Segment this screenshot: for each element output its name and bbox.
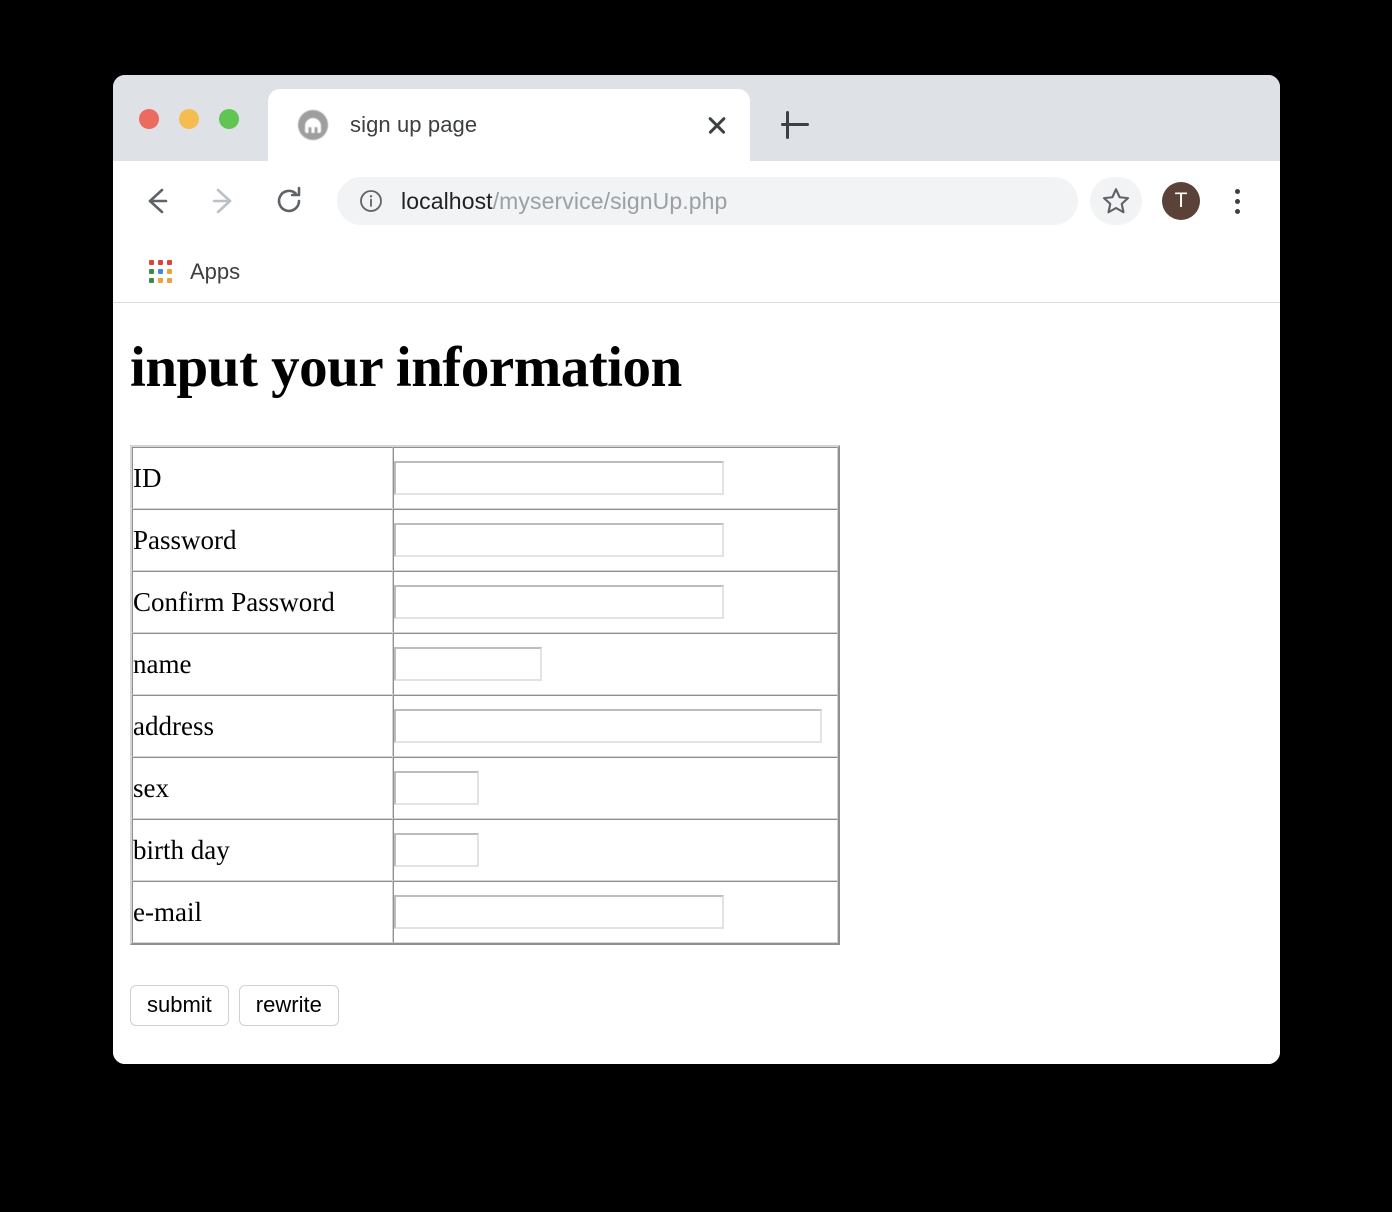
field-label: name bbox=[132, 633, 393, 695]
page-title: input your information bbox=[130, 336, 682, 399]
signup-form-table: ID Password Confirm Password name address sex… bbox=[130, 445, 840, 945]
input-birth-day[interactable] bbox=[394, 833, 479, 867]
page-content: input your information ID Password Confirm… bbox=[113, 303, 1280, 1064]
url-path: /myservice/signUp.php bbox=[492, 187, 728, 214]
back-icon[interactable] bbox=[135, 179, 179, 223]
kebab-menu-icon[interactable] bbox=[1214, 178, 1260, 224]
site-info-icon[interactable] bbox=[359, 189, 383, 213]
table-row: address bbox=[132, 695, 838, 757]
submit-button[interactable]: submit bbox=[130, 985, 229, 1027]
field-cell bbox=[393, 571, 838, 633]
field-label: birth day bbox=[132, 819, 393, 881]
address-bar[interactable]: localhost/myservice/signUp.php bbox=[337, 177, 1078, 225]
field-cell bbox=[393, 509, 838, 571]
input-sex[interactable] bbox=[394, 771, 479, 805]
field-cell bbox=[393, 447, 838, 509]
input-name[interactable] bbox=[394, 647, 542, 681]
browser-toolbar: localhost/myservice/signUp.php T bbox=[113, 161, 1280, 241]
field-label: e-mail bbox=[132, 881, 393, 943]
tab-title: sign up page bbox=[350, 112, 478, 137]
apps-label: Apps bbox=[190, 258, 241, 284]
forward-icon[interactable] bbox=[201, 179, 245, 223]
table-row: e-mail bbox=[132, 881, 838, 943]
field-cell bbox=[393, 881, 838, 943]
field-label: ID bbox=[132, 447, 393, 509]
input-e-mail[interactable] bbox=[394, 895, 724, 929]
bookmark-star-icon[interactable] bbox=[1090, 177, 1142, 225]
apps-grid-icon bbox=[149, 260, 172, 283]
table-row: Confirm Password bbox=[132, 571, 838, 633]
tab-strip: sign up page bbox=[113, 75, 1280, 161]
new-tab-icon[interactable] bbox=[773, 103, 817, 147]
field-label: Password bbox=[132, 509, 393, 571]
reload-icon[interactable] bbox=[267, 179, 311, 223]
url-host: localhost bbox=[401, 187, 493, 214]
close-window-button[interactable] bbox=[139, 109, 159, 129]
input-password[interactable] bbox=[394, 523, 724, 557]
rewrite-button[interactable]: rewrite bbox=[238, 985, 339, 1027]
bookmarks-bar: Apps bbox=[113, 241, 1280, 303]
browser-tab[interactable]: sign up page bbox=[268, 89, 750, 161]
signup-table-body: ID Password Confirm Password name address sex… bbox=[132, 447, 838, 943]
field-cell bbox=[393, 633, 838, 695]
input-confirm-password[interactable] bbox=[394, 585, 724, 619]
input-id[interactable] bbox=[394, 461, 724, 495]
close-tab-icon[interactable] bbox=[698, 106, 736, 144]
input-address[interactable] bbox=[394, 709, 822, 743]
field-label: sex bbox=[132, 757, 393, 819]
field-cell bbox=[393, 819, 838, 881]
field-label: Confirm Password bbox=[132, 571, 393, 633]
table-row: ID bbox=[132, 447, 838, 509]
table-row: Password bbox=[132, 509, 838, 571]
minimize-window-button[interactable] bbox=[179, 109, 199, 129]
globe-favicon-icon bbox=[298, 110, 328, 140]
maximize-window-button[interactable] bbox=[219, 109, 239, 129]
table-row: birth day bbox=[132, 819, 838, 881]
window-controls bbox=[139, 109, 239, 129]
field-cell bbox=[393, 757, 838, 819]
apps-shortcut[interactable]: Apps bbox=[141, 253, 248, 291]
table-row: name bbox=[132, 633, 838, 695]
browser-window: sign up page localhost/myservice/signUp.… bbox=[113, 75, 1280, 1064]
field-label: address bbox=[132, 695, 393, 757]
url-text: localhost/myservice/signUp.php bbox=[401, 188, 727, 215]
avatar[interactable]: T bbox=[1162, 182, 1200, 220]
field-cell bbox=[393, 695, 838, 757]
form-button-row: submit rewrite bbox=[130, 985, 1280, 1027]
table-row: sex bbox=[132, 757, 838, 819]
